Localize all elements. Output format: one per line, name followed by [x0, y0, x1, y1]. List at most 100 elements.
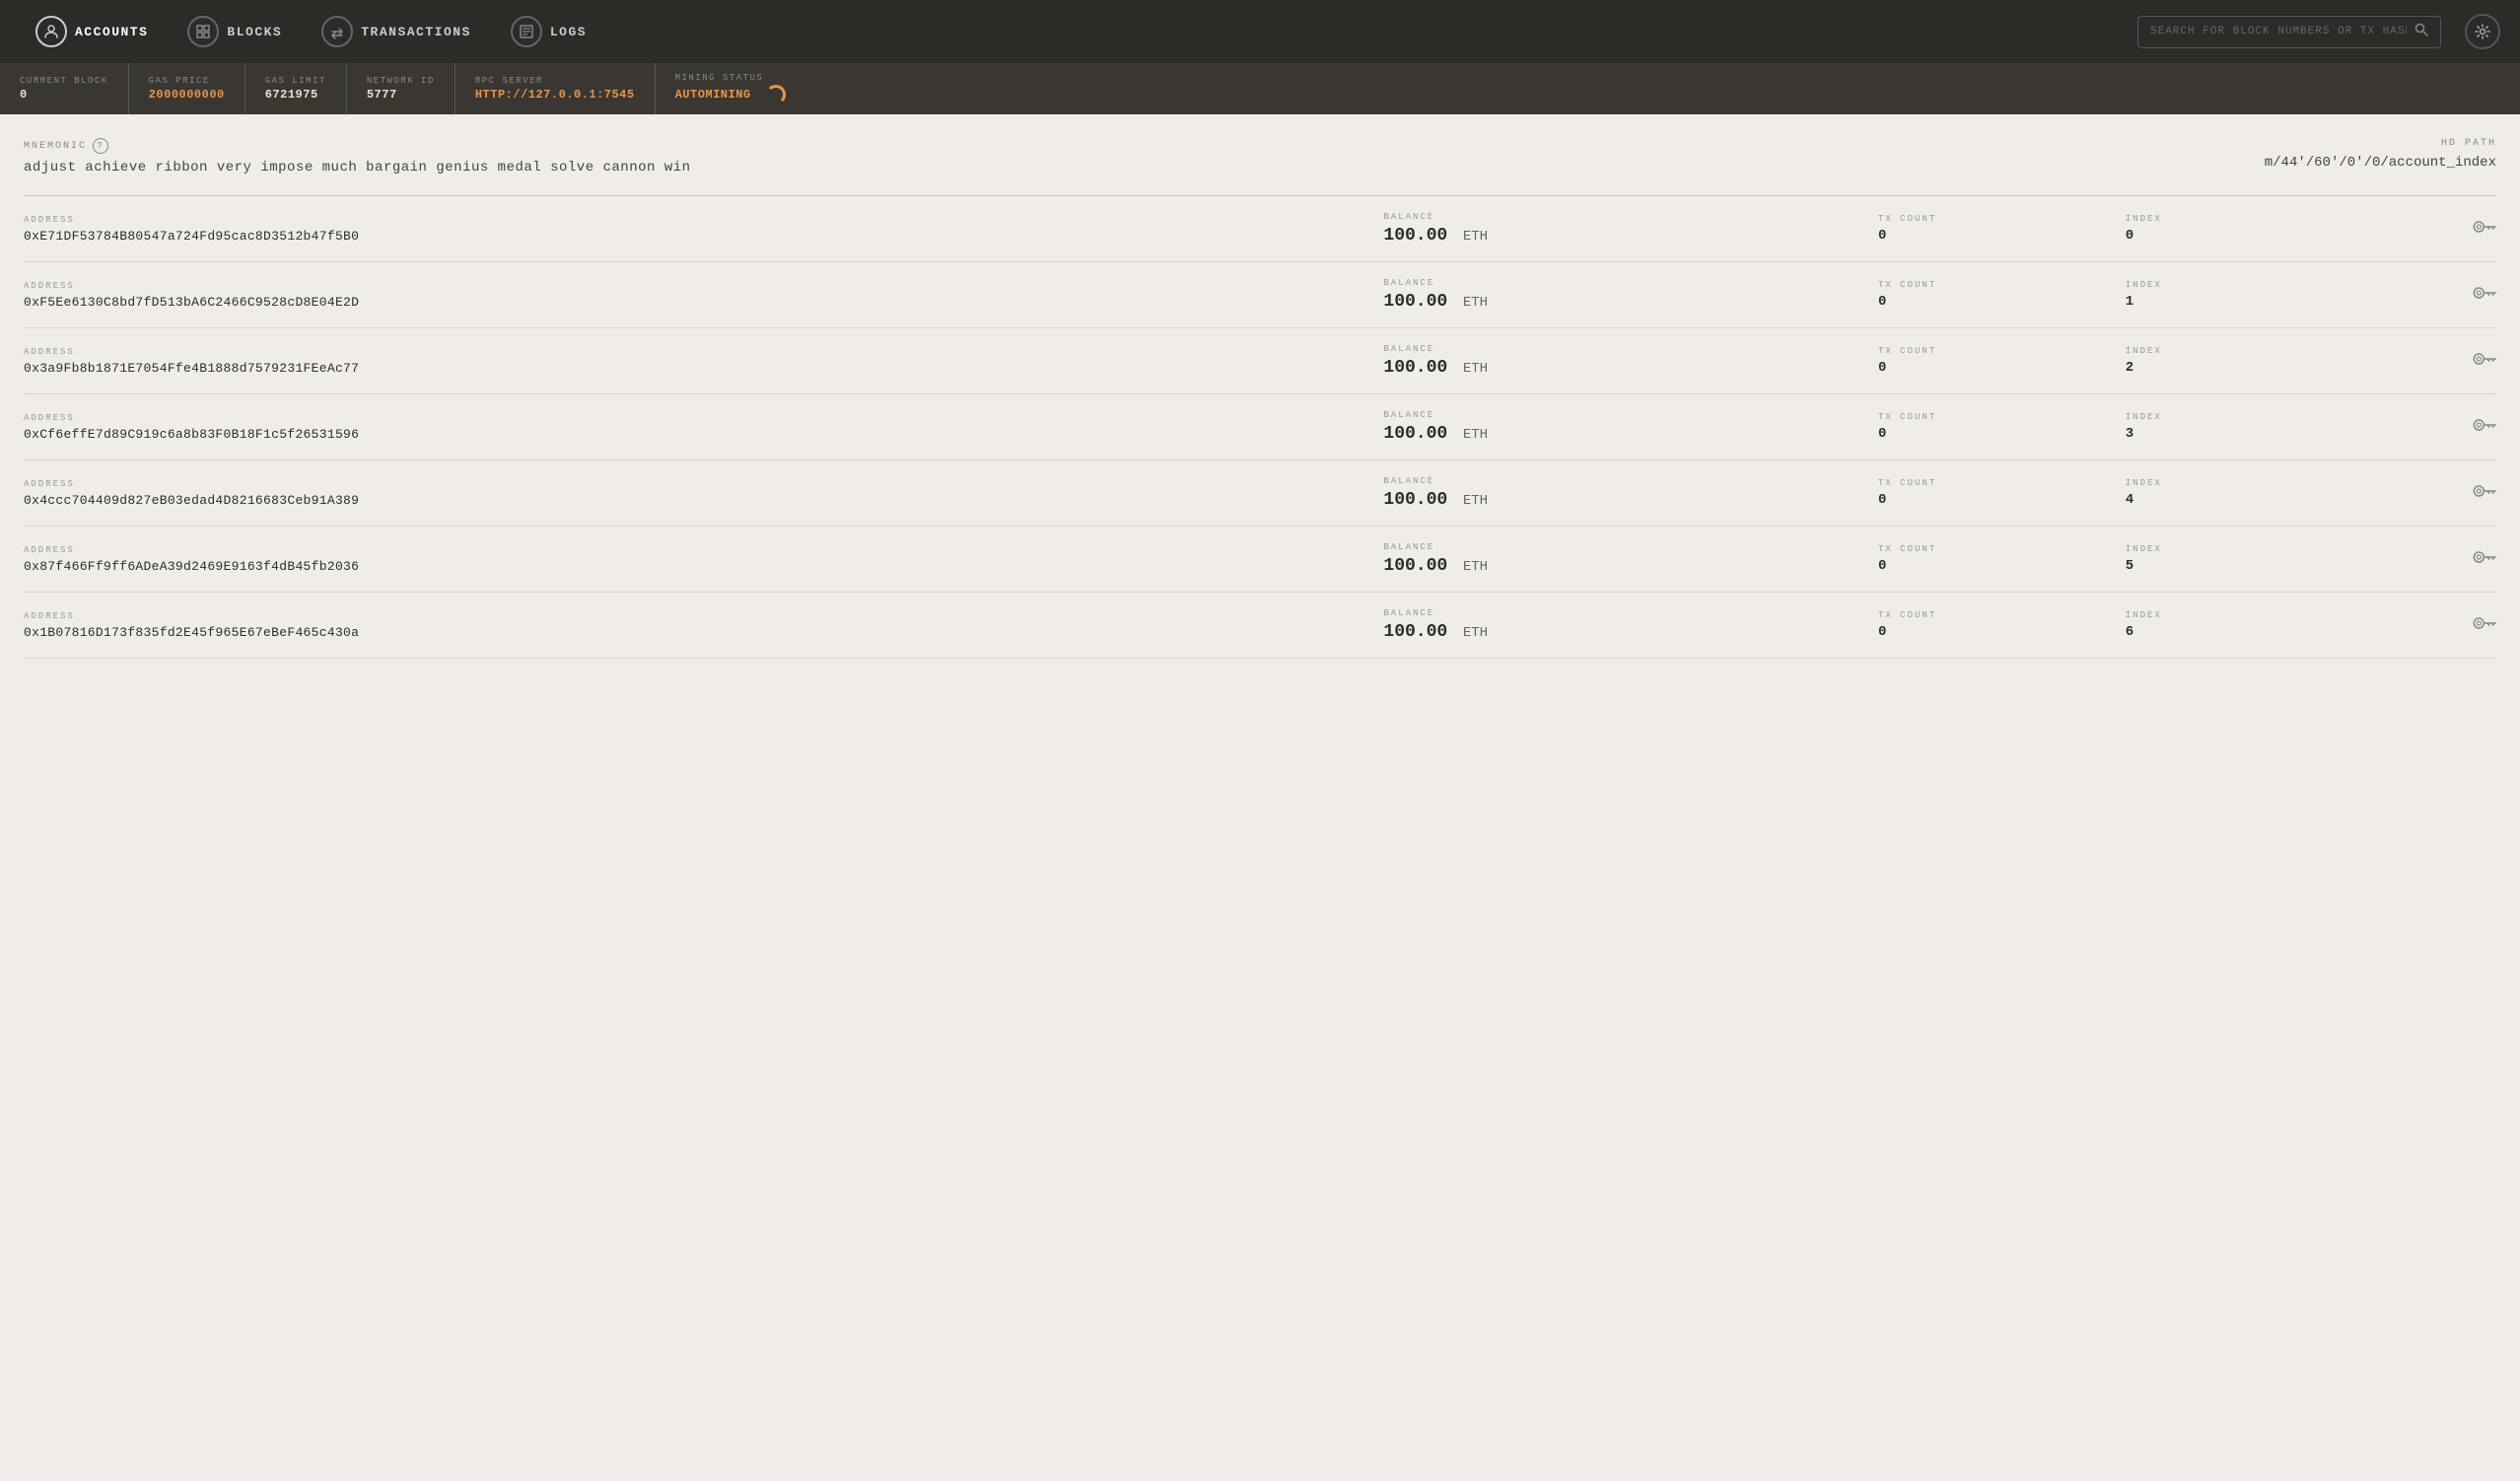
mining-status-label: MINING STATUS — [675, 73, 787, 83]
status-current-block: CURRENT BLOCK 0 — [20, 63, 129, 114]
address-label: ADDRESS — [24, 215, 1383, 225]
account-index: 3 — [2126, 426, 2324, 442]
rpc-server-label: RPC SERVER — [475, 76, 635, 86]
account-txcount: 0 — [1878, 558, 2126, 574]
status-bar: CURRENT BLOCK 0 GAS PRICE 2000000000 GAS… — [0, 63, 2520, 114]
balance-unit: ETH — [1463, 295, 1488, 311]
mnemonic-label: MNEMONIC ? — [24, 138, 691, 154]
table-row[interactable]: ADDRESS 0x87f466Ff9ff6ADeA39d2469E9163f4… — [24, 527, 2496, 593]
nav-blocks-label: BLOCKS — [227, 25, 282, 39]
address-label: ADDRESS — [24, 281, 1383, 291]
account-balance: 100.00 ETH — [1383, 556, 1878, 576]
account-address-col: ADDRESS 0x87f466Ff9ff6ADeA39d2469E9163f4… — [24, 545, 1383, 574]
account-address-col: ADDRESS 0xCf6effE7d89C919c6a8b83F0B18F1c… — [24, 413, 1383, 442]
account-txcount: 0 — [1878, 492, 2126, 508]
index-label: INDEX — [2126, 544, 2324, 554]
hdpath-label: HD PATH — [2265, 138, 2496, 149]
account-txcount: 0 — [1878, 228, 2126, 244]
index-label: INDEX — [2126, 478, 2324, 488]
account-txcount: 0 — [1878, 426, 2126, 442]
table-row[interactable]: ADDRESS 0x4ccc704409d827eB03edad4D821668… — [24, 460, 2496, 527]
account-balance-col: BALANCE 100.00 ETH — [1383, 410, 1878, 444]
account-address: 0x87f466Ff9ff6ADeA39d2469E9163f4dB45fb20… — [24, 559, 1383, 574]
txcount-label: TX COUNT — [1878, 412, 2126, 422]
key-icon[interactable] — [2468, 277, 2503, 313]
status-gas-limit: GAS LIMIT 6721975 — [245, 63, 347, 114]
mnemonic-words: adjust achieve ribbon very impose much b… — [24, 160, 691, 176]
account-address: 0x3a9Fb8b1871E7054Ffe4B1888d7579231FEeAc… — [24, 361, 1383, 376]
account-address-col: ADDRESS 0x4ccc704409d827eB03edad4D821668… — [24, 479, 1383, 508]
gas-price-label: GAS PRICE — [149, 76, 225, 86]
account-key-col — [2323, 479, 2496, 508]
balance-label: BALANCE — [1383, 278, 1878, 288]
gas-price-value: 2000000000 — [149, 88, 225, 102]
table-row[interactable]: ADDRESS 0xF5Ee6130C8bd7fD513bA6C2466C952… — [24, 262, 2496, 328]
balance-label: BALANCE — [1383, 344, 1878, 354]
key-icon[interactable] — [2468, 211, 2503, 247]
balance-amount: 100.00 — [1383, 622, 1447, 642]
account-txcount: 0 — [1878, 360, 2126, 376]
mining-spinner-icon — [766, 85, 786, 105]
account-balance: 100.00 ETH — [1383, 358, 1878, 378]
table-row[interactable]: ADDRESS 0x3a9Fb8b1871E7054Ffe4B1888d7579… — [24, 328, 2496, 394]
account-index-col: INDEX 4 — [2126, 478, 2324, 508]
accounts-table: ADDRESS 0xE71DF53784B80547a724Fd95cac8D3… — [24, 196, 2496, 659]
search-icon — [2415, 23, 2428, 41]
account-balance: 100.00 ETH — [1383, 292, 1878, 312]
index-label: INDEX — [2126, 214, 2324, 224]
key-icon[interactable] — [2468, 541, 2503, 577]
index-label: INDEX — [2126, 610, 2324, 620]
balance-amount: 100.00 — [1383, 292, 1447, 312]
account-balance-col: BALANCE 100.00 ETH — [1383, 542, 1878, 576]
table-row[interactable]: ADDRESS 0x1B07816D173f835fd2E45f965E67eB… — [24, 593, 2496, 659]
settings-button[interactable] — [2465, 14, 2500, 49]
key-icon[interactable] — [2468, 475, 2503, 511]
key-icon[interactable] — [2468, 343, 2503, 379]
account-index: 4 — [2126, 492, 2324, 508]
account-key-col — [2323, 611, 2496, 640]
address-label: ADDRESS — [24, 347, 1383, 357]
account-balance-col: BALANCE 100.00 ETH — [1383, 278, 1878, 312]
txcount-label: TX COUNT — [1878, 214, 2126, 224]
account-balance: 100.00 ETH — [1383, 424, 1878, 444]
balance-label: BALANCE — [1383, 608, 1878, 618]
txcount-label: TX COUNT — [1878, 610, 2126, 620]
nav-blocks[interactable]: BLOCKS — [172, 8, 298, 55]
status-network-id: NETWORK ID 5777 — [347, 63, 455, 114]
search-input[interactable] — [2150, 26, 2407, 37]
mining-status-value: AUTOMINING — [675, 85, 787, 105]
balance-unit: ETH — [1463, 559, 1488, 575]
balance-unit: ETH — [1463, 493, 1488, 509]
balance-label: BALANCE — [1383, 542, 1878, 552]
mnemonic-left: MNEMONIC ? adjust achieve ribbon very im… — [24, 138, 691, 176]
nav-logs[interactable]: LOGS — [495, 8, 602, 55]
mnemonic-section: MNEMONIC ? adjust achieve ribbon very im… — [24, 138, 2496, 196]
account-balance-col: BALANCE 100.00 ETH — [1383, 212, 1878, 246]
account-txcount-col: TX COUNT 0 — [1878, 610, 2126, 640]
account-index: 5 — [2126, 558, 2324, 574]
blocks-icon — [187, 16, 219, 47]
table-row[interactable]: ADDRESS 0xE71DF53784B80547a724Fd95cac8D3… — [24, 196, 2496, 262]
account-index: 2 — [2126, 360, 2324, 376]
index-label: INDEX — [2126, 280, 2324, 290]
account-txcount-col: TX COUNT 0 — [1878, 544, 2126, 574]
balance-unit: ETH — [1463, 229, 1488, 245]
mnemonic-help-icon[interactable]: ? — [93, 138, 108, 154]
account-index-col: INDEX 5 — [2126, 544, 2324, 574]
status-mining: MINING STATUS AUTOMINING — [656, 63, 806, 114]
key-icon[interactable] — [2468, 409, 2503, 445]
account-address: 0xF5Ee6130C8bd7fD513bA6C2466C9528cD8E04E… — [24, 295, 1383, 310]
balance-label: BALANCE — [1383, 476, 1878, 486]
nav-accounts-label: ACCOUNTS — [75, 25, 148, 39]
account-address-col: ADDRESS 0xF5Ee6130C8bd7fD513bA6C2466C952… — [24, 281, 1383, 310]
key-icon[interactable] — [2468, 607, 2503, 643]
account-address-col: ADDRESS 0xE71DF53784B80547a724Fd95cac8D3… — [24, 215, 1383, 244]
rpc-server-value: HTTP://127.0.0.1:7545 — [475, 88, 635, 102]
current-block-value: 0 — [20, 88, 108, 102]
account-balance-col: BALANCE 100.00 ETH — [1383, 608, 1878, 642]
table-row[interactable]: ADDRESS 0xCf6effE7d89C919c6a8b83F0B18F1c… — [24, 394, 2496, 460]
network-id-label: NETWORK ID — [367, 76, 435, 86]
balance-unit: ETH — [1463, 625, 1488, 641]
nav-transactions[interactable]: TRANSACTIONS — [306, 8, 487, 55]
nav-accounts[interactable]: ACCOUNTS — [20, 8, 164, 55]
